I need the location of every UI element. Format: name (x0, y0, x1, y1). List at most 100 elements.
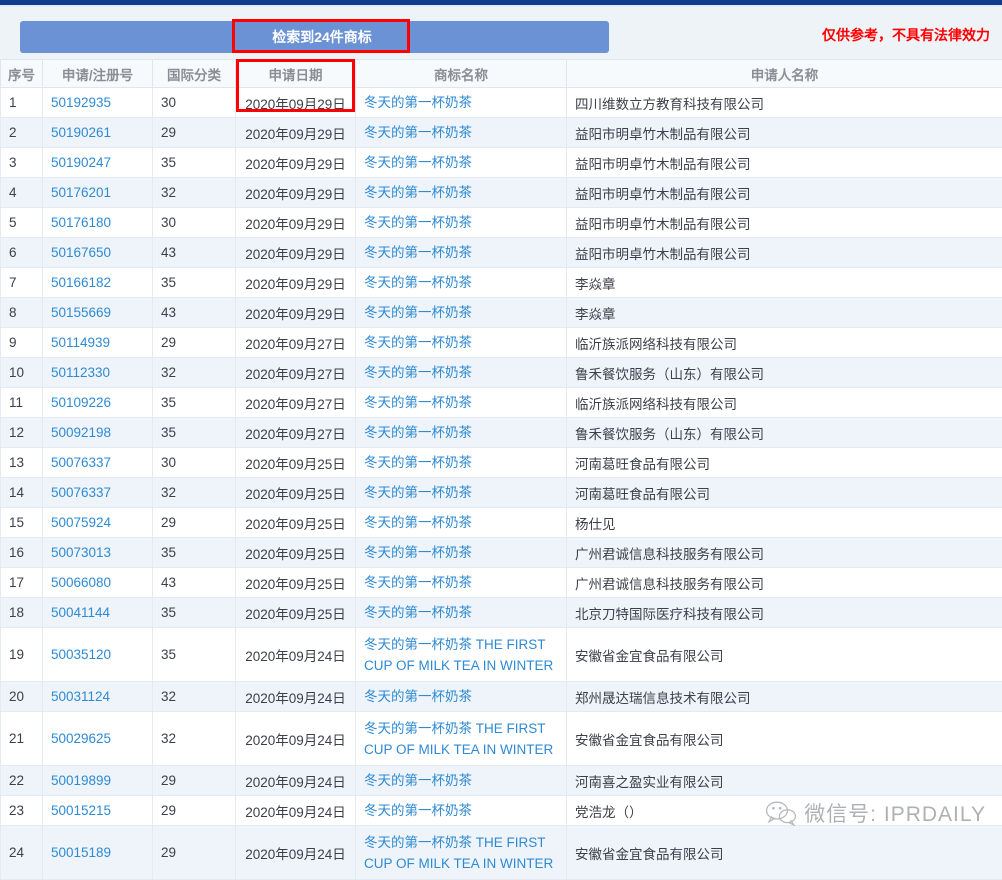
application-number-link[interactable]: 50190247 (51, 155, 111, 170)
application-number-link[interactable]: 50076337 (51, 455, 111, 470)
trademark-name-link[interactable]: 冬天的第一杯奶茶 (364, 215, 472, 230)
trademark-name-link[interactable]: 冬天的第一杯奶茶 (364, 803, 472, 818)
cell-trademark-name[interactable]: 冬天的第一杯奶茶 (356, 238, 567, 268)
cell-trademark-name[interactable]: 冬天的第一杯奶茶 (356, 796, 567, 826)
application-number-link[interactable]: 50166182 (51, 275, 111, 290)
cell-trademark-name[interactable]: 冬天的第一杯奶茶 (356, 328, 567, 358)
cell-application-number[interactable]: 50073013 (43, 538, 153, 568)
cell-application-number[interactable]: 50076337 (43, 478, 153, 508)
trademark-name-link[interactable]: 冬天的第一杯奶茶 (364, 455, 472, 470)
cell-trademark-name[interactable]: 冬天的第一杯奶茶 (356, 448, 567, 478)
application-number-link[interactable]: 50073013 (51, 545, 111, 560)
cell-application-number[interactable]: 50019899 (43, 766, 153, 796)
column-header-class[interactable]: 国际分类 (153, 60, 236, 88)
application-number-link[interactable]: 50076337 (51, 485, 111, 500)
trademark-name-link[interactable]: 冬天的第一杯奶茶 (364, 185, 472, 200)
cell-application-number[interactable]: 50192935 (43, 88, 153, 118)
column-header-tm-name[interactable]: 商标名称 (356, 60, 567, 88)
application-number-link[interactable]: 50092198 (51, 425, 111, 440)
trademark-name-link[interactable]: 冬天的第一杯奶茶 (364, 485, 472, 500)
trademark-name-link[interactable]: 冬天的第一杯奶茶 (364, 95, 472, 110)
trademark-name-link[interactable]: 冬天的第一杯奶茶 (364, 773, 472, 788)
trademark-name-link[interactable]: 冬天的第一杯奶茶 (364, 365, 472, 380)
application-number-link[interactable]: 50192935 (51, 95, 111, 110)
cell-trademark-name[interactable]: 冬天的第一杯奶茶 (356, 766, 567, 796)
cell-application-number[interactable]: 50155669 (43, 298, 153, 328)
cell-application-number[interactable]: 50075924 (43, 508, 153, 538)
application-number-link[interactable]: 50041144 (51, 605, 110, 620)
application-number-link[interactable]: 50190261 (51, 125, 111, 140)
cell-application-number[interactable]: 50015189 (43, 826, 153, 880)
cell-application-number[interactable]: 50041144 (43, 598, 153, 628)
application-number-link[interactable]: 50015189 (51, 845, 111, 860)
cell-trademark-name[interactable]: 冬天的第一杯奶茶 (356, 118, 567, 148)
cell-trademark-name[interactable]: 冬天的第一杯奶茶 (356, 208, 567, 238)
trademark-name-link[interactable]: 冬天的第一杯奶茶 (364, 275, 472, 290)
cell-trademark-name[interactable]: 冬天的第一杯奶茶 (356, 298, 567, 328)
trademark-name-link[interactable]: 冬天的第一杯奶茶 THE FIRST CUP OF MILK TEA IN WI… (364, 835, 553, 871)
application-number-link[interactable]: 50031124 (51, 689, 110, 704)
cell-application-number[interactable]: 50166182 (43, 268, 153, 298)
cell-application-number[interactable]: 50066080 (43, 568, 153, 598)
application-number-link[interactable]: 50112330 (51, 365, 110, 380)
trademark-name-link[interactable]: 冬天的第一杯奶茶 (364, 575, 472, 590)
trademark-name-link[interactable]: 冬天的第一杯奶茶 (364, 305, 472, 320)
cell-application-number[interactable]: 50035120 (43, 628, 153, 682)
trademark-name-link[interactable]: 冬天的第一杯奶茶 (364, 425, 472, 440)
cell-trademark-name[interactable]: 冬天的第一杯奶茶 (356, 478, 567, 508)
trademark-name-link[interactable]: 冬天的第一杯奶茶 (364, 395, 472, 410)
trademark-name-link[interactable]: 冬天的第一杯奶茶 (364, 689, 472, 704)
cell-application-number[interactable]: 50114939 (43, 328, 153, 358)
cell-trademark-name[interactable]: 冬天的第一杯奶茶 (356, 418, 567, 448)
column-header-date[interactable]: 申请日期 (236, 60, 356, 88)
application-number-link[interactable]: 50029625 (51, 731, 111, 746)
cell-trademark-name[interactable]: 冬天的第一杯奶茶 (356, 268, 567, 298)
application-number-link[interactable]: 50066080 (51, 575, 111, 590)
application-number-link[interactable]: 50035120 (51, 647, 111, 662)
trademark-name-link[interactable]: 冬天的第一杯奶茶 (364, 155, 472, 170)
trademark-name-link[interactable]: 冬天的第一杯奶茶 THE FIRST CUP OF MILK TEA IN WI… (364, 721, 553, 757)
trademark-name-link[interactable]: 冬天的第一杯奶茶 THE FIRST CUP OF MILK TEA IN WI… (364, 637, 553, 673)
application-number-link[interactable]: 50114939 (51, 335, 110, 350)
cell-application-number[interactable]: 50176180 (43, 208, 153, 238)
application-number-link[interactable]: 50015215 (51, 803, 111, 818)
application-number-link[interactable]: 50155669 (51, 305, 111, 320)
application-number-link[interactable]: 50109226 (51, 395, 111, 410)
application-number-link[interactable]: 50167650 (51, 245, 111, 260)
application-number-link[interactable]: 50176201 (51, 185, 111, 200)
trademark-name-link[interactable]: 冬天的第一杯奶茶 (364, 545, 472, 560)
cell-trademark-name[interactable]: 冬天的第一杯奶茶 THE FIRST CUP OF MILK TEA IN WI… (356, 628, 567, 682)
cell-trademark-name[interactable]: 冬天的第一杯奶茶 (356, 358, 567, 388)
cell-application-number[interactable]: 50190261 (43, 118, 153, 148)
cell-application-number[interactable]: 50176201 (43, 178, 153, 208)
cell-trademark-name[interactable]: 冬天的第一杯奶茶 (356, 568, 567, 598)
cell-application-number[interactable]: 50167650 (43, 238, 153, 268)
column-header-seq[interactable]: 序号 (1, 60, 43, 88)
cell-application-number[interactable]: 50092198 (43, 418, 153, 448)
cell-application-number[interactable]: 50029625 (43, 712, 153, 766)
cell-application-number[interactable]: 50031124 (43, 682, 153, 712)
cell-application-number[interactable]: 50076337 (43, 448, 153, 478)
trademark-name-link[interactable]: 冬天的第一杯奶茶 (364, 605, 472, 620)
column-header-appno[interactable]: 申请/注册号 (43, 60, 153, 88)
cell-application-number[interactable]: 50015215 (43, 796, 153, 826)
cell-trademark-name[interactable]: 冬天的第一杯奶茶 (356, 682, 567, 712)
trademark-name-link[interactable]: 冬天的第一杯奶茶 (364, 245, 472, 260)
column-header-applicant[interactable]: 申请人名称 (567, 60, 1002, 88)
application-number-link[interactable]: 50075924 (51, 515, 111, 530)
cell-trademark-name[interactable]: 冬天的第一杯奶茶 (356, 148, 567, 178)
cell-application-number[interactable]: 50190247 (43, 148, 153, 178)
trademark-name-link[interactable]: 冬天的第一杯奶茶 (364, 515, 472, 530)
trademark-name-link[interactable]: 冬天的第一杯奶茶 (364, 125, 472, 140)
cell-trademark-name[interactable]: 冬天的第一杯奶茶 (356, 508, 567, 538)
cell-trademark-name[interactable]: 冬天的第一杯奶茶 THE FIRST CUP OF MILK TEA IN WI… (356, 826, 567, 880)
cell-trademark-name[interactable]: 冬天的第一杯奶茶 THE FIRST CUP OF MILK TEA IN WI… (356, 712, 567, 766)
trademark-name-link[interactable]: 冬天的第一杯奶茶 (364, 335, 472, 350)
cell-application-number[interactable]: 50112330 (43, 358, 153, 388)
cell-trademark-name[interactable]: 冬天的第一杯奶茶 (356, 178, 567, 208)
application-number-link[interactable]: 50019899 (51, 773, 111, 788)
cell-trademark-name[interactable]: 冬天的第一杯奶茶 (356, 388, 567, 418)
application-number-link[interactable]: 50176180 (51, 215, 111, 230)
cell-trademark-name[interactable]: 冬天的第一杯奶茶 (356, 598, 567, 628)
cell-application-number[interactable]: 50109226 (43, 388, 153, 418)
